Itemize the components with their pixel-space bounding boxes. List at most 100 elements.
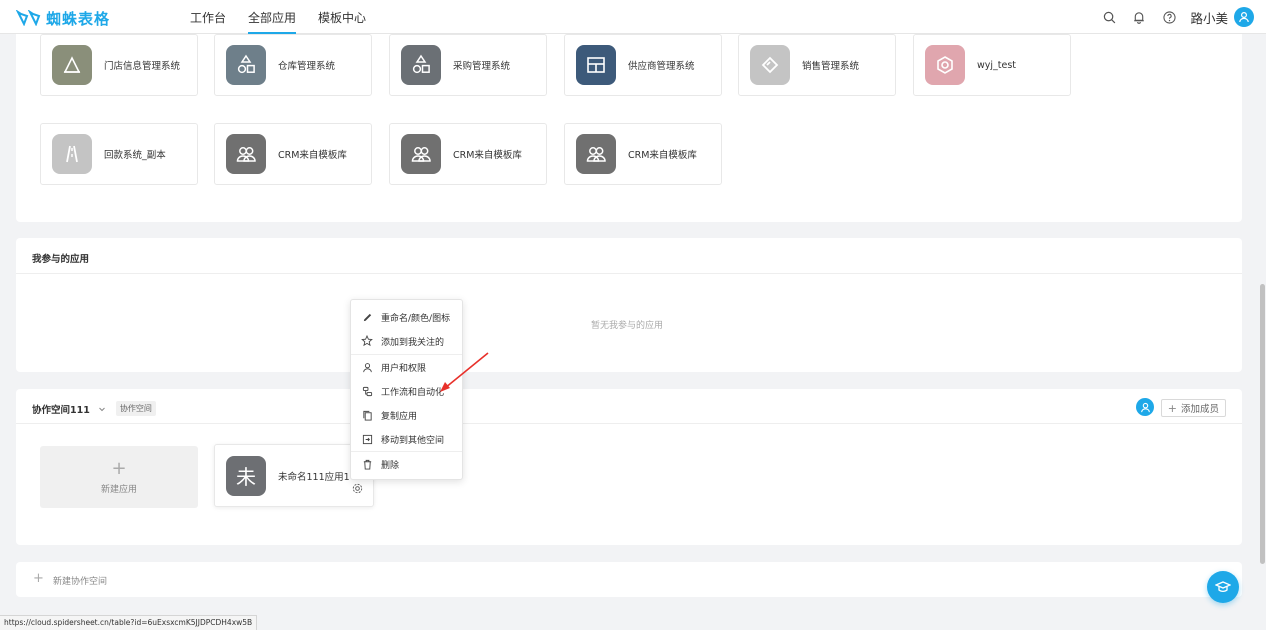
logo[interactable]: 蜘蛛表格 (16, 8, 110, 28)
app-card[interactable]: 门店信息管理系统 (40, 34, 198, 96)
hexagon-icon (937, 56, 953, 74)
caret-down-icon[interactable] (98, 405, 106, 413)
new-workspace-bar[interactable]: + 新建协作空间 (16, 562, 1242, 597)
menu-item-copy-app[interactable]: 复制应用 (351, 403, 462, 427)
copy-icon (361, 409, 373, 421)
participated-apps-panel: 我参与的应用 暂无我参与的应用 (16, 238, 1242, 372)
menu-item-label: 工作流和自动化 (381, 387, 445, 398)
all-apps-panel: 门店信息管理系统 仓库管理系统 采购管理系统 供应商管理系统 销售管理系统 wy… (16, 34, 1242, 222)
app-thumbnail (576, 134, 616, 174)
workspace-name[interactable]: 协作空间111 (32, 402, 90, 416)
user-avatar-icon (1239, 11, 1249, 23)
menu-item-label: 用户和权限 (381, 363, 427, 374)
member-avatar[interactable] (1136, 398, 1154, 416)
app-card[interactable]: CRM来自模板库 (389, 123, 547, 185)
app-name: 供应商管理系统 (628, 61, 695, 72)
menu-item-delete[interactable]: 删除 (351, 452, 462, 476)
graduation-cap-icon (1215, 581, 1231, 592)
empty-state-text: 暂无我参与的应用 (591, 321, 664, 331)
page-scrollbar[interactable] (1258, 34, 1266, 614)
new-app-label: 新建应用 (100, 484, 137, 495)
logo-text: 蜘蛛表格 (46, 9, 111, 28)
top-right-tools: 路小美 (1086, 0, 1254, 34)
app-name: 仓库管理系统 (278, 61, 336, 72)
group-icon (236, 147, 256, 162)
help-icon[interactable] (1162, 10, 1176, 24)
main-nav: 工作台 全部应用 模板中心 (190, 0, 388, 34)
group-icon (411, 147, 431, 162)
workspace-header: 协作空间111 协作空间 (32, 401, 156, 416)
nav-all-apps[interactable]: 全部应用 (248, 0, 297, 34)
new-workspace-label: 新建协作空间 (53, 577, 108, 587)
menu-item-label: 复制应用 (381, 411, 418, 422)
app-name: 回款系统_副本 (104, 150, 166, 161)
grid-icon (587, 57, 605, 73)
app-thumbnail (52, 134, 92, 174)
app-name: CRM来自模板库 (453, 150, 522, 161)
app-card[interactable]: 采购管理系统 (389, 34, 547, 96)
app-name: wyj_test (977, 59, 1017, 71)
pencil-icon (361, 311, 373, 323)
plus-icon: + (1167, 401, 1177, 415)
app-card[interactable]: wyj_test (913, 34, 1071, 96)
app-name: 销售管理系统 (802, 61, 860, 72)
plus-icon: + (111, 457, 127, 479)
app-name: 门店信息管理系统 (104, 61, 181, 72)
add-member-label: 添加成员 (1180, 404, 1219, 415)
app-thumbnail (401, 134, 441, 174)
store-icon (63, 56, 81, 73)
menu-item-move-space[interactable]: 移动到其他空间 (351, 427, 462, 451)
status-bar-url: https://cloud.spidersheet.cn/table?id=6u… (0, 615, 258, 630)
star-icon (361, 335, 373, 347)
app-thumbnail (226, 134, 266, 174)
app-card[interactable]: CRM来自模板库 (214, 123, 372, 185)
menu-item-label: 删除 (381, 460, 400, 471)
app-name: 未命名111应用1 (278, 471, 350, 483)
handshake-icon (761, 56, 779, 74)
app-card[interactable]: 回款系统_副本 (40, 123, 198, 185)
workflow-icon (361, 385, 373, 397)
app-thumbnail (226, 45, 266, 85)
road-icon (66, 145, 78, 163)
app-name: 采购管理系统 (453, 61, 511, 72)
avatar[interactable] (1234, 7, 1254, 27)
app-thumbnail (576, 45, 616, 85)
shapes-icon (412, 54, 430, 74)
plus-icon: + (33, 571, 44, 586)
divider (16, 423, 1242, 424)
app-card[interactable]: 仓库管理系统 (214, 34, 372, 96)
workspace-panel: 协作空间111 协作空间 + 添加成员 + 新建应用 未 未命名111应用1 (16, 389, 1242, 545)
annotation-arrow-icon (440, 352, 489, 392)
new-app-button[interactable]: + 新建应用 (40, 446, 198, 508)
workspace-tag: 协作空间 (115, 401, 156, 416)
app-thumbnail (401, 45, 441, 85)
scrollbar-thumb[interactable] (1260, 284, 1265, 564)
menu-item-label: 添加到我关注的 (381, 337, 445, 348)
top-navigation-bar: 蜘蛛表格 工作台 全部应用 模板中心 路小美 (0, 0, 1266, 34)
app-name: CRM来自模板库 (278, 150, 347, 161)
section-title: 我参与的应用 (32, 254, 90, 265)
app-thumbnail (52, 45, 92, 85)
divider (16, 273, 1242, 274)
add-member-button[interactable]: + 添加成员 (1160, 399, 1226, 417)
help-center-button[interactable] (1207, 571, 1239, 603)
nav-workbench[interactable]: 工作台 (190, 0, 226, 34)
bell-icon[interactable] (1132, 10, 1146, 24)
user-name[interactable]: 路小美 (1190, 8, 1228, 27)
menu-item-label: 重命名/颜色/图标 (381, 313, 451, 324)
move-icon (361, 433, 373, 445)
app-card[interactable]: 供应商管理系统 (564, 34, 722, 96)
app-card[interactable]: CRM来自模板库 (564, 123, 722, 185)
app-thumbnail: 未 (226, 455, 266, 496)
spider-logo-icon (16, 10, 41, 26)
user-icon (361, 361, 373, 373)
shapes-icon (237, 54, 255, 74)
trash-icon (361, 458, 373, 470)
settings-gear-icon[interactable] (352, 483, 363, 494)
nav-template-center[interactable]: 模板中心 (318, 0, 366, 34)
search-icon[interactable] (1102, 10, 1116, 24)
menu-item-rename[interactable]: 重命名/颜色/图标 (351, 305, 462, 329)
menu-item-label: 移动到其他空间 (381, 435, 445, 446)
app-card[interactable]: 销售管理系统 (738, 34, 896, 96)
group-icon (586, 147, 606, 162)
